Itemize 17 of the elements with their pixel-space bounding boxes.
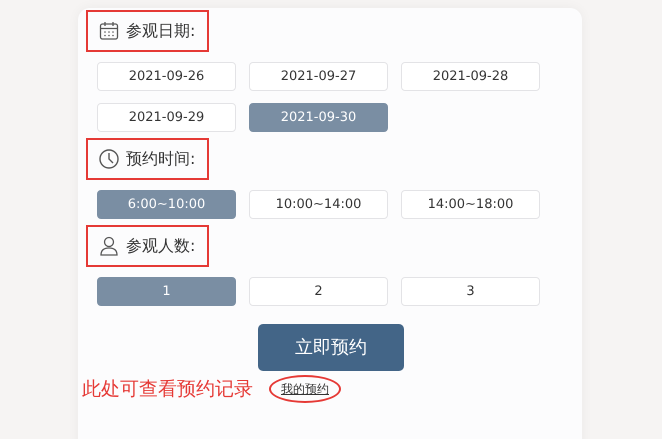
my-bookings-link[interactable]: 我的预约: [269, 375, 341, 404]
submit-button[interactable]: 立即预约: [258, 324, 404, 371]
option-button[interactable]: 2021-09-28: [401, 62, 540, 91]
option-button[interactable]: 14:00~18:00: [401, 190, 540, 219]
option-button[interactable]: 2021-09-27: [249, 62, 388, 91]
option-button[interactable]: 3: [401, 277, 540, 306]
calendar-icon: [98, 20, 120, 42]
clock-icon: [98, 148, 120, 170]
section-heading: 参观日期:: [126, 20, 196, 42]
option-button[interactable]: 10:00~14:00: [249, 190, 388, 219]
option-button[interactable]: 2021-09-26: [97, 62, 236, 91]
section-heading: 参观人数:: [126, 235, 196, 257]
person-icon: [98, 235, 120, 257]
annotation-text: 此处可查看预约记录: [82, 377, 253, 402]
option-button[interactable]: 2: [249, 277, 388, 306]
option-button[interactable]: 2021-09-29: [97, 103, 236, 132]
section-heading: 预约时间:: [126, 148, 196, 170]
